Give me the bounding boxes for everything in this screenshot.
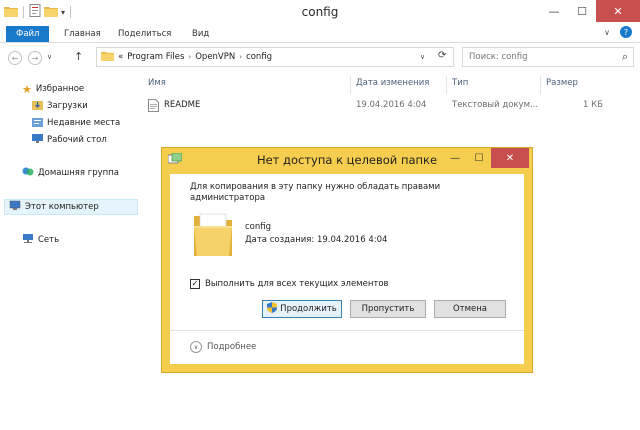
help-icon[interactable]: ? bbox=[620, 26, 632, 38]
nav-item-label: Этот компьютер bbox=[25, 202, 99, 212]
breadcrumb-openvpn[interactable]: OpenVPN bbox=[195, 52, 235, 62]
continue-label: Продолжить bbox=[280, 304, 337, 314]
chevron-down-icon[interactable]: ∨ bbox=[190, 341, 202, 353]
tab-share[interactable]: Поделиться bbox=[108, 26, 181, 42]
dialog-item-name: config bbox=[245, 222, 272, 232]
column-separator[interactable] bbox=[446, 76, 447, 94]
star-icon: ★ bbox=[22, 82, 32, 96]
apply-to-all-checkbox[interactable]: ✓ bbox=[190, 279, 200, 289]
file-type: Текстовый докум... bbox=[452, 100, 539, 110]
nav-item-label: Загрузки bbox=[47, 101, 88, 111]
apply-to-all-label[interactable]: Выполнить для всех текущих элементов bbox=[205, 279, 389, 289]
recent-places-icon bbox=[32, 116, 43, 130]
desktop-icon bbox=[32, 133, 43, 147]
nav-item-desktop[interactable]: Рабочий стол bbox=[32, 132, 107, 148]
more-details-toggle[interactable]: ∨ Подробнее bbox=[190, 341, 256, 353]
continue-button[interactable]: Продолжить bbox=[262, 300, 342, 318]
dialog-body: Для копирования в эту папку нужно облада… bbox=[170, 174, 524, 364]
nav-item-label: Домашняя группа bbox=[38, 168, 119, 178]
nav-item-network[interactable]: Сеть bbox=[22, 232, 59, 248]
access-denied-dialog: Нет доступа к целевой папке — ☐ ✕ Для ко… bbox=[161, 147, 533, 373]
title-bar: ▾ config — ☐ ✕ bbox=[0, 0, 640, 24]
column-header: Имя Дата изменения Тип Размер bbox=[140, 76, 640, 94]
folder-icon bbox=[101, 50, 114, 64]
downloads-folder-icon bbox=[32, 99, 43, 113]
homegroup-icon bbox=[22, 166, 34, 180]
apply-to-all-row[interactable]: ✓ Выполнить для всех текущих элементов bbox=[190, 279, 389, 289]
dialog-title-bar: Нет доступа к целевой папке — ☐ ✕ bbox=[162, 148, 532, 172]
file-date: 19.04.2016 4:04 bbox=[356, 100, 427, 110]
cancel-button[interactable]: Отмена bbox=[434, 300, 506, 318]
close-button[interactable]: ✕ bbox=[596, 0, 640, 22]
dialog-divider bbox=[170, 330, 524, 331]
tab-view[interactable]: Вид bbox=[182, 26, 219, 42]
shield-icon bbox=[267, 302, 278, 316]
file-row[interactable]: README 19.04.2016 4:04 Текстовый докум..… bbox=[148, 98, 608, 114]
file-size: 1 КБ bbox=[583, 100, 603, 110]
chevron-right-icon[interactable]: › bbox=[188, 53, 191, 61]
dialog-maximize-button[interactable]: ☐ bbox=[467, 148, 491, 168]
dialog-controls: — ☐ ✕ bbox=[443, 148, 529, 168]
column-size[interactable]: Размер bbox=[546, 78, 578, 88]
tab-home[interactable]: Главная bbox=[54, 26, 111, 42]
recent-locations-button[interactable]: ∨ bbox=[47, 53, 52, 61]
more-details-label[interactable]: Подробнее bbox=[207, 342, 256, 352]
nav-item-label: Рабочий стол bbox=[47, 135, 107, 145]
folder-large-icon bbox=[192, 212, 234, 261]
address-box[interactable]: « Program Files › OpenVPN › config bbox=[96, 47, 454, 67]
breadcrumb-config[interactable]: config bbox=[246, 52, 272, 62]
minimize-button[interactable]: — bbox=[540, 0, 568, 22]
column-type[interactable]: Тип bbox=[452, 78, 468, 88]
nav-item-homegroup[interactable]: Домашняя группа bbox=[22, 165, 119, 181]
ribbon-right-controls: ∨ ? bbox=[604, 26, 632, 38]
dialog-item-date: Дата создания: 19.04.2016 4:04 bbox=[245, 235, 388, 245]
forward-button[interactable]: → bbox=[28, 51, 42, 65]
address-dropdown-button[interactable]: ∨ bbox=[420, 53, 425, 61]
dialog-message: Для копирования в эту папку нужно облада… bbox=[190, 182, 441, 203]
navigation-pane: ★ Избранное Загрузки Недавние места Рабо… bbox=[0, 71, 140, 430]
tab-file[interactable]: Файл bbox=[6, 26, 50, 42]
nav-item-label: Сеть bbox=[38, 235, 60, 245]
ribbon-tabs: Файл Главная Поделиться Вид ∨ ? bbox=[0, 24, 640, 43]
back-button[interactable]: ← bbox=[8, 51, 22, 65]
nav-item-label: Избранное bbox=[35, 84, 85, 94]
nav-item-label: Недавние места bbox=[47, 118, 121, 128]
column-separator[interactable] bbox=[540, 76, 541, 94]
nav-item-downloads[interactable]: Загрузки bbox=[32, 98, 88, 114]
address-bar-row: ← → ∨ ↑ « Program Files › OpenVPN › conf… bbox=[0, 43, 640, 71]
text-file-icon bbox=[148, 99, 159, 115]
chevron-right-icon[interactable]: › bbox=[239, 53, 242, 61]
ribbon-expand-icon[interactable]: ∨ bbox=[604, 28, 610, 37]
up-button[interactable]: ↑ bbox=[74, 50, 83, 63]
nav-item-recent-places[interactable]: Недавние места bbox=[32, 115, 120, 131]
column-date[interactable]: Дата изменения bbox=[356, 78, 429, 88]
search-box[interactable]: ⌕ bbox=[462, 47, 634, 67]
dialog-minimize-button[interactable]: — bbox=[443, 148, 467, 168]
network-icon bbox=[22, 233, 34, 247]
dialog-close-button[interactable]: ✕ bbox=[491, 148, 529, 168]
breadcrumb-overflow[interactable]: « bbox=[118, 52, 123, 62]
breadcrumb-program-files[interactable]: Program Files bbox=[127, 52, 184, 62]
search-icon[interactable]: ⌕ bbox=[622, 50, 633, 64]
nav-item-this-pc[interactable]: Этот компьютер bbox=[4, 199, 138, 215]
skip-button[interactable]: Пропустить bbox=[350, 300, 426, 318]
column-separator[interactable] bbox=[350, 76, 351, 94]
refresh-icon[interactable]: ⟳ bbox=[438, 50, 446, 61]
search-input[interactable] bbox=[469, 52, 609, 62]
computer-icon bbox=[9, 200, 21, 214]
maximize-button[interactable]: ☐ bbox=[568, 0, 596, 22]
window-controls: — ☐ ✕ bbox=[540, 0, 640, 22]
file-name: README bbox=[164, 100, 201, 110]
column-name[interactable]: Имя bbox=[148, 78, 166, 88]
nav-item-favorites[interactable]: ★ Избранное bbox=[22, 81, 84, 97]
